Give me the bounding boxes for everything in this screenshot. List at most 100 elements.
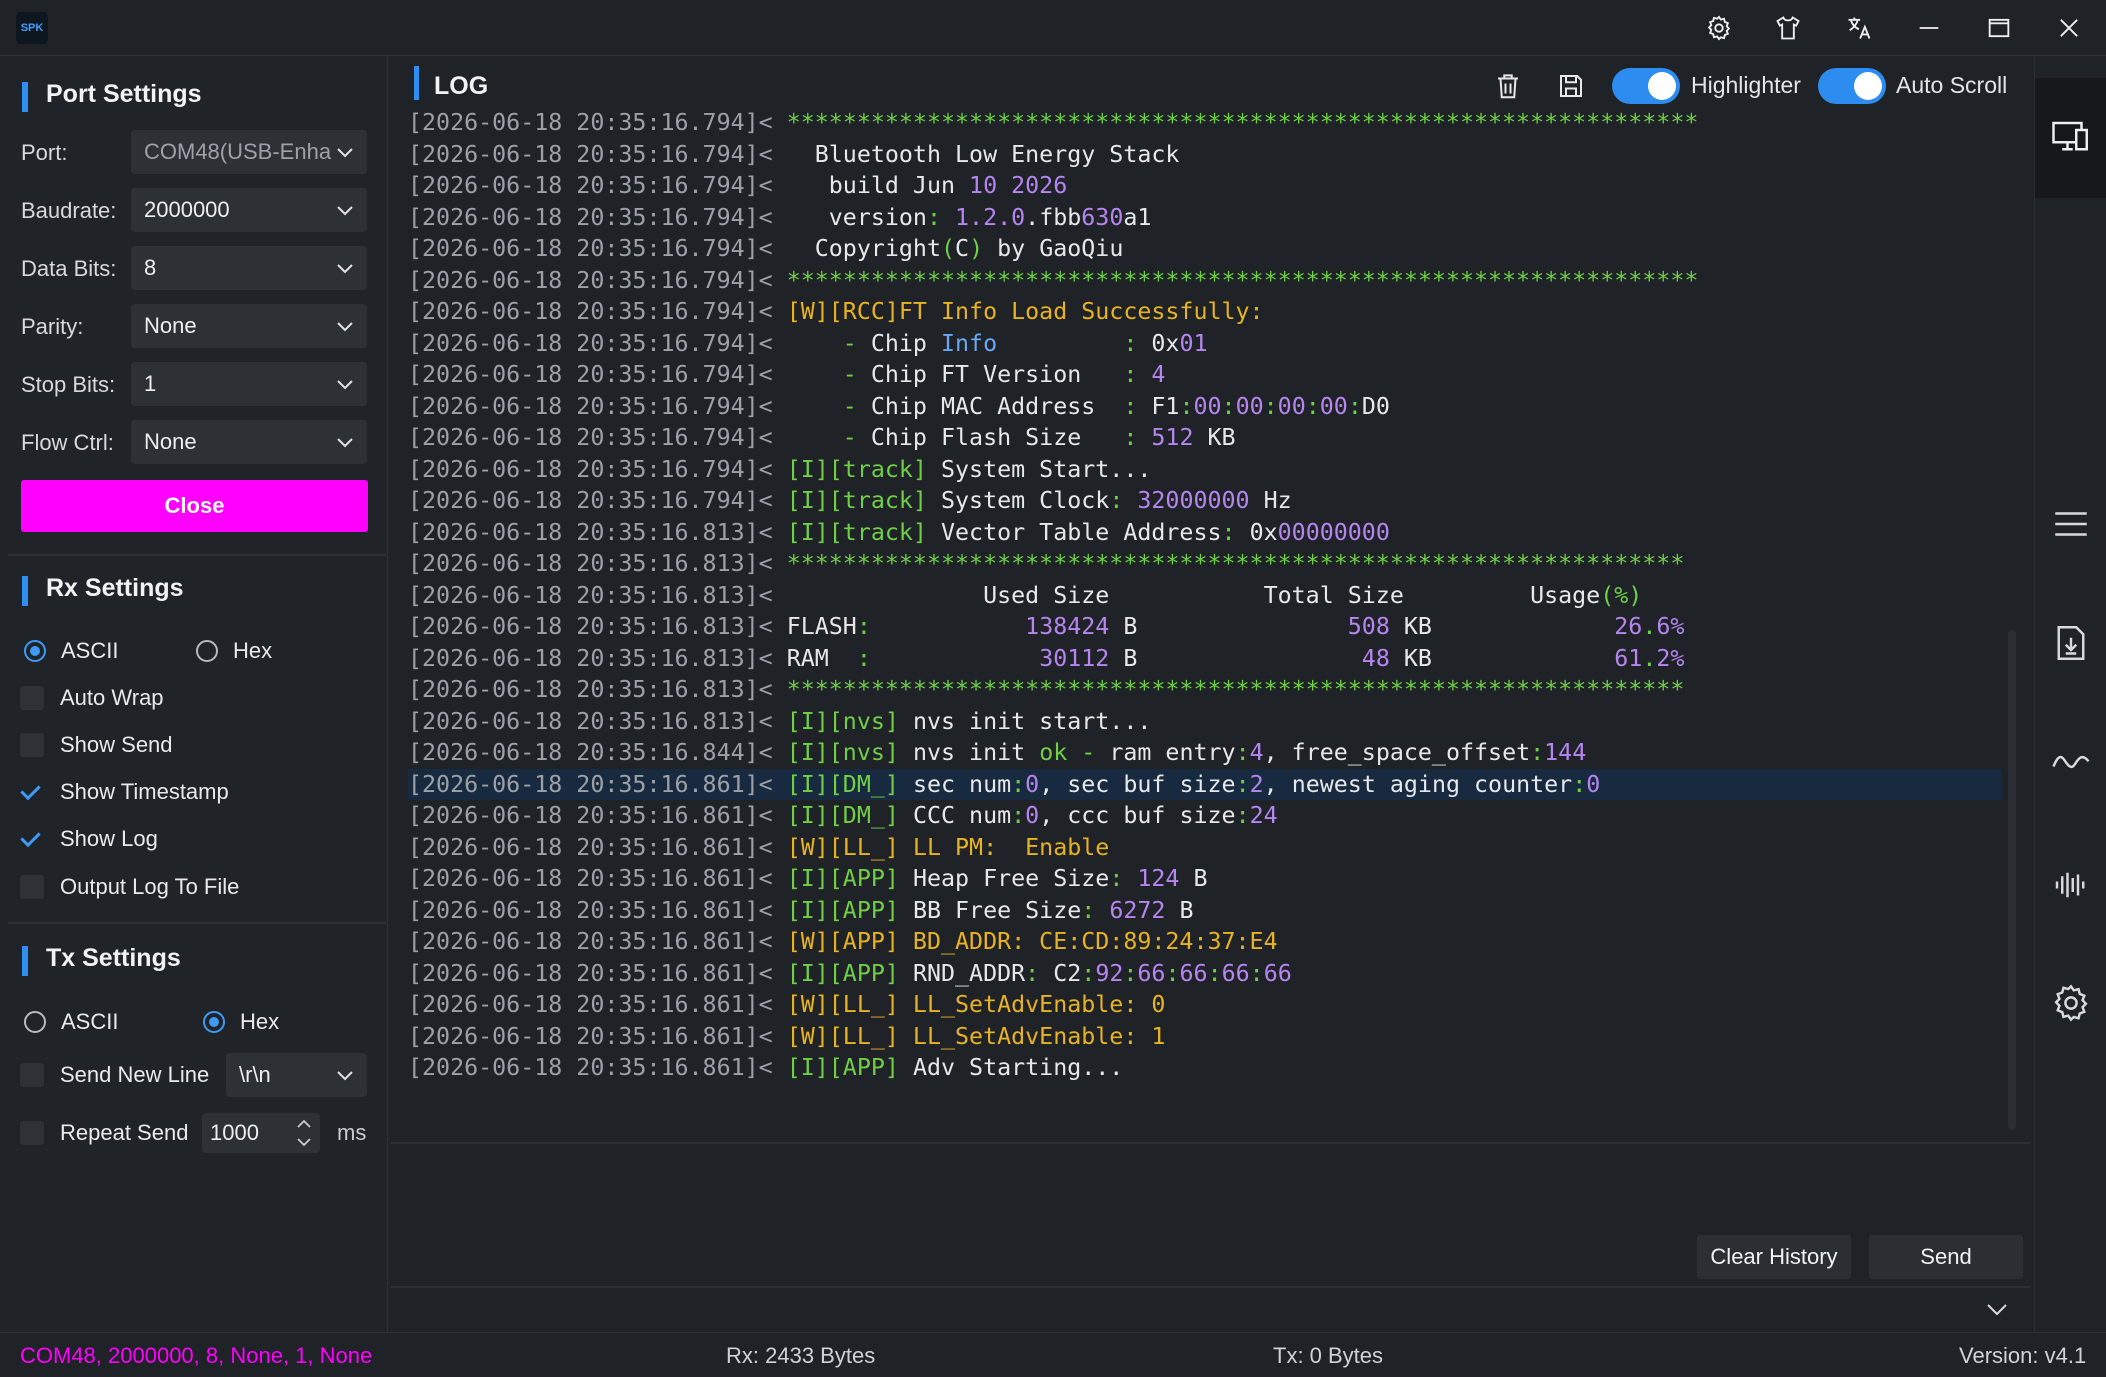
log-timestamp: [2026-06-18 20:35:16.861]< <box>408 928 787 955</box>
log-line: [2026-06-18 20:35:16.861]< [I][DM_] sec … <box>408 768 2002 800</box>
log-text: [I][nvs] <box>786 739 899 766</box>
repeat-interval-input[interactable]: 1000 <box>202 1113 320 1153</box>
save-icon[interactable] <box>1553 66 1589 106</box>
log-text: 24 <box>1249 802 1278 829</box>
log-text: 66 <box>1221 959 1250 987</box>
log-timestamp: [2026-06-18 20:35:16.794]< <box>408 361 787 388</box>
parity-select[interactable]: None <box>131 304 367 348</box>
log-text: nvs init <box>898 739 1040 766</box>
log-text: , free_space_offset <box>1263 739 1531 766</box>
minimize-icon[interactable] <box>1910 10 1948 46</box>
version-label: Version: v4.1 <box>1959 1343 2087 1368</box>
log-text: 61 <box>1614 644 1643 672</box>
stop-bits-label: Stop Bits: <box>21 372 116 397</box>
log-line: [2026-06-18 20:35:16.794]< [I][track] Sy… <box>408 454 2002 486</box>
log-timestamp: [2026-06-18 20:35:16.861]< <box>408 959 787 987</box>
log-timestamp: [2026-06-18 20:35:16.861]< <box>408 991 787 1018</box>
output-log-checkbox[interactable]: Output Log To File <box>20 874 239 900</box>
log-text: : <box>1179 392 1194 420</box>
log-text: [I][APP] <box>786 865 899 892</box>
log-timestamp: [2026-06-18 20:35:16.794]< <box>408 455 787 483</box>
log-timestamp: [2026-06-18 20:35:16.813]< <box>408 676 787 703</box>
log-text: : <box>1572 770 1587 798</box>
spinner-arrows-icon[interactable] <box>292 1115 316 1151</box>
auto-wrap-checkbox[interactable]: Auto Wrap <box>20 685 164 711</box>
close-port-button[interactable]: Close <box>21 480 368 532</box>
send-button[interactable]: Send <box>1869 1235 2023 1279</box>
log-text: 4 <box>1249 739 1264 766</box>
data-bits-select[interactable]: 8 <box>131 246 367 290</box>
log-text: 00 <box>1277 392 1306 420</box>
file-download-icon[interactable] <box>2046 618 2096 668</box>
baudrate-select[interactable]: 2000000 <box>131 188 367 232</box>
menu-icon[interactable] <box>2046 499 2096 549</box>
close-icon[interactable] <box>2050 10 2088 46</box>
log-text: : <box>1235 739 1250 766</box>
log-line: [2026-06-18 20:35:16.861]< [I][DM_] CCC … <box>408 800 2002 832</box>
show-timestamp-checkbox[interactable]: Show Timestamp <box>20 779 229 805</box>
stop-bits-select[interactable]: 1 <box>131 362 367 406</box>
trash-icon[interactable] <box>1490 66 1526 106</box>
devices-icon[interactable] <box>2046 112 2096 162</box>
translate-icon[interactable] <box>1840 10 1878 46</box>
status-bar: COM48, 2000000, 8, None, 1, None Rx: 243… <box>0 1332 2106 1377</box>
tx-ascii-label: ASCII <box>61 1009 119 1034</box>
log-line: [2026-06-18 20:35:16.861]< [I][APP] Adv … <box>408 1052 2002 1084</box>
log-timestamp: [2026-06-18 20:35:16.794]< <box>408 203 787 231</box>
log-text: version <box>786 203 927 231</box>
wave-icon[interactable] <box>2046 738 2096 788</box>
log-line: [2026-06-18 20:35:16.794]< - Chip MAC Ad… <box>408 391 2002 423</box>
log-text: KB <box>1389 613 1615 640</box>
flow-ctrl-select[interactable]: None <box>131 420 367 464</box>
waveform-icon[interactable] <box>2046 860 2096 910</box>
log-text: : <box>1081 959 1096 987</box>
log-line: [2026-06-18 20:35:16.794]< [W][RCC]FT In… <box>408 296 2002 328</box>
log-text: [W][LL_] LL_SetAdvEnable: 1 <box>786 1022 1166 1050</box>
log-text: 10 2026 <box>969 172 1068 199</box>
chevron-down-icon <box>337 438 353 448</box>
show-send-checkbox[interactable]: Show Send <box>20 732 173 758</box>
log-output[interactable]: [2026-06-18 20:35:16.794]< *************… <box>408 107 2002 1137</box>
log-line: [2026-06-18 20:35:16.813]< [I][track] Ve… <box>408 517 2002 549</box>
gear-icon[interactable] <box>1700 10 1738 46</box>
rx-hex-radio[interactable]: Hex <box>196 638 272 664</box>
log-text: [I][APP] <box>786 896 899 924</box>
chevron-down-icon <box>337 322 353 332</box>
repeat-send-checkbox[interactable]: Repeat Send <box>20 1120 188 1146</box>
log-text: CCC num <box>898 802 1012 829</box>
auto-scroll-toggle[interactable] <box>1818 68 1886 104</box>
port-select[interactable]: COM48(USB-Enha <box>131 130 367 174</box>
log-text: Info <box>941 329 998 357</box>
shirt-icon[interactable] <box>1769 10 1807 46</box>
show-log-checkbox[interactable]: Show Log <box>20 826 158 852</box>
log-text: B <box>1165 896 1194 924</box>
settings-icon[interactable] <box>2046 978 2096 1028</box>
tx-hex-radio[interactable]: Hex <box>203 1009 279 1035</box>
log-line: [2026-06-18 20:35:16.794]< *************… <box>408 265 2002 297</box>
log-timestamp: [2026-06-18 20:35:16.794]< <box>408 266 787 294</box>
log-text: 144 <box>1544 739 1587 766</box>
chevron-down-icon[interactable] <box>1982 1294 2012 1324</box>
checkbox-unchecked-icon <box>20 686 44 710</box>
log-line: [2026-06-18 20:35:16.794]< [I][track] Sy… <box>408 485 2002 517</box>
highlighter-toggle[interactable] <box>1612 68 1680 104</box>
log-text: RAM <box>786 644 857 672</box>
rx-settings-title: Rx Settings <box>22 574 184 606</box>
log-text: [I][DM_] <box>786 770 899 798</box>
tx-count: Tx: 0 Bytes <box>1273 1343 1384 1368</box>
log-text: : <box>1347 392 1362 420</box>
log-timestamp: [2026-06-18 20:35:16.794]< <box>408 235 787 262</box>
log-text: 00 <box>1235 392 1264 420</box>
log-text: , newest aging counter <box>1263 770 1573 798</box>
tx-ascii-radio[interactable]: ASCII <box>24 1009 118 1035</box>
new-line-select[interactable]: \r\n <box>226 1053 367 1097</box>
send-new-line-checkbox[interactable]: Send New Line <box>20 1062 209 1088</box>
log-text: : <box>856 613 871 640</box>
clear-history-button[interactable]: Clear History <box>1697 1235 1851 1279</box>
rx-ascii-radio[interactable]: ASCII <box>24 638 118 664</box>
log-line: [2026-06-18 20:35:16.813]< [I][nvs] nvs … <box>408 706 2002 738</box>
log-scrollbar[interactable] <box>2008 630 2016 1130</box>
log-line: [2026-06-18 20:35:16.861]< [W][LL_] LL_S… <box>408 989 2002 1021</box>
log-text: [I][APP] <box>786 959 899 987</box>
maximize-icon[interactable] <box>1980 10 2018 46</box>
